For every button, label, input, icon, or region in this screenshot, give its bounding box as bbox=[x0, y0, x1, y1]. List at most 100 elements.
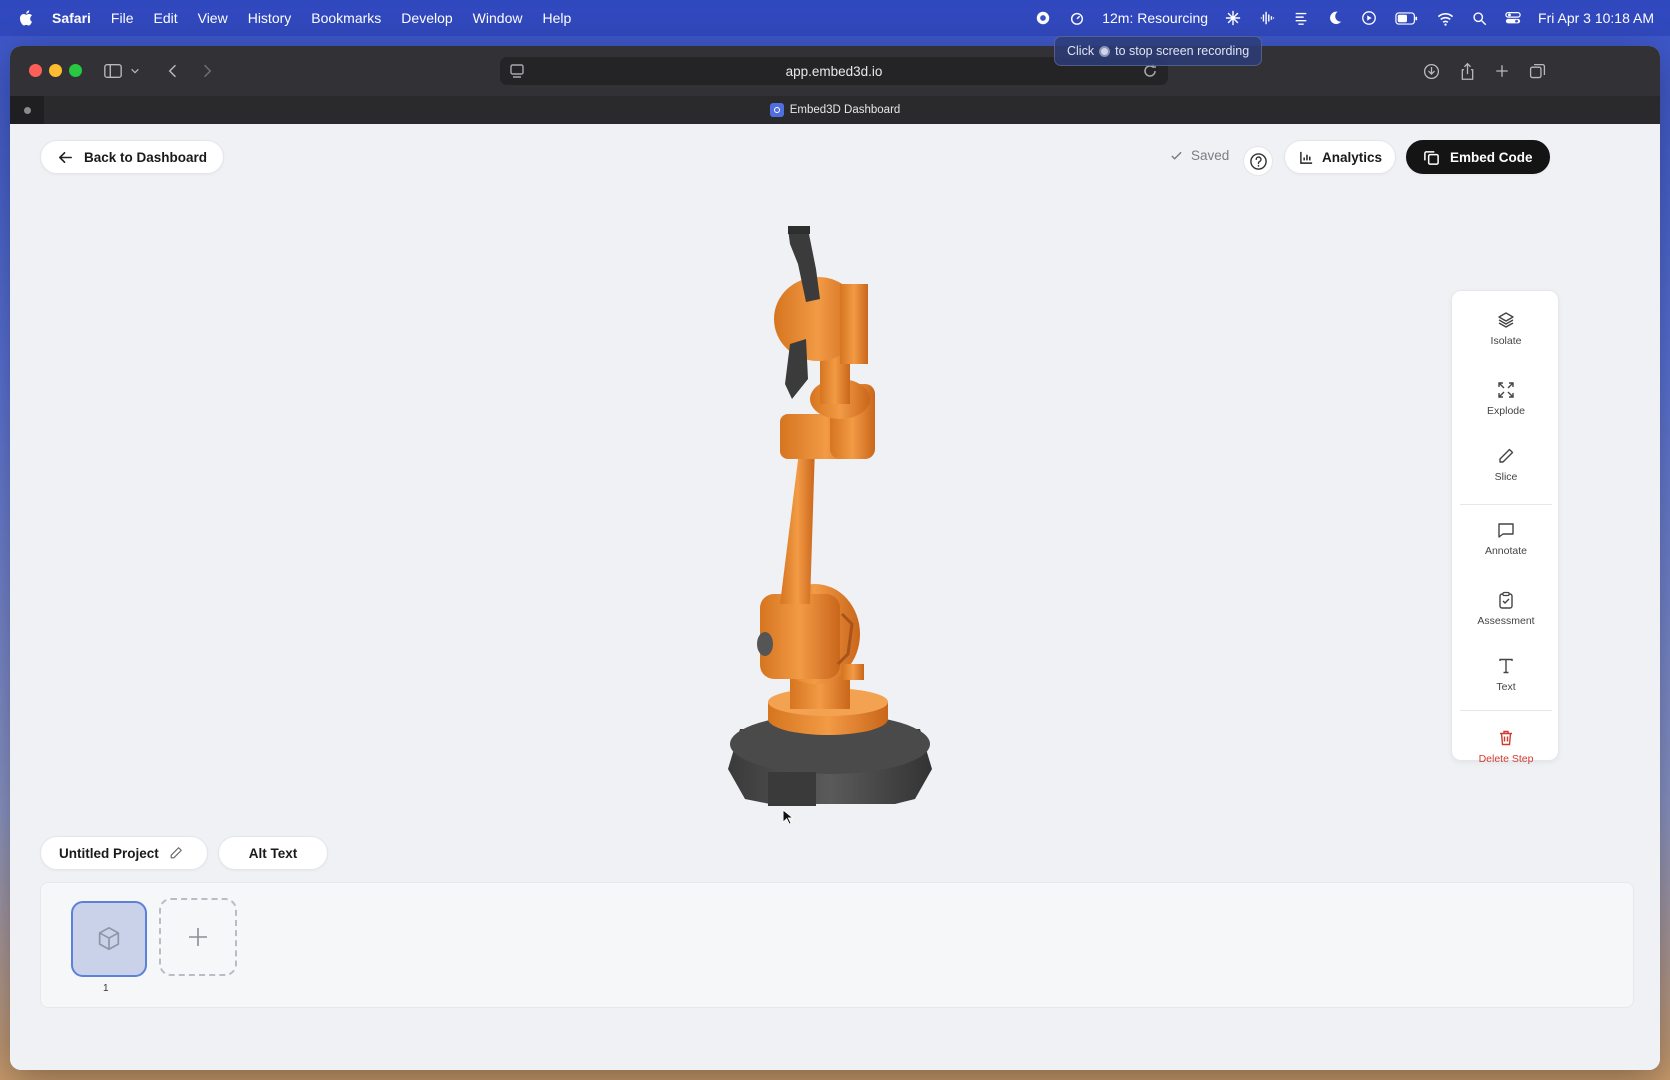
sidebar-toggle-icon[interactable] bbox=[102, 60, 124, 82]
battery-icon[interactable] bbox=[1394, 9, 1420, 27]
arrow-left-icon bbox=[59, 151, 72, 163]
menu-develop[interactable]: Develop bbox=[401, 10, 452, 26]
menu-edit[interactable]: Edit bbox=[153, 10, 177, 26]
chevron-down-icon[interactable] bbox=[128, 60, 142, 82]
audio-waveform-icon[interactable] bbox=[1258, 9, 1276, 27]
menubar-clock[interactable]: Fri Apr 3 10:18 AM bbox=[1538, 10, 1654, 26]
question-circle-icon bbox=[1249, 152, 1267, 170]
copy-icon bbox=[1424, 150, 1439, 165]
stack-icon[interactable] bbox=[1292, 9, 1310, 27]
timer-status-text[interactable]: 12m: Resourcing bbox=[1102, 10, 1208, 26]
pen-icon bbox=[1499, 448, 1514, 463]
expand-icon bbox=[1498, 382, 1514, 398]
macos-menu-bar: Safari File Edit View History Bookmarks … bbox=[0, 0, 1670, 36]
mouse-cursor-icon bbox=[782, 809, 793, 825]
window-close-button[interactable] bbox=[29, 64, 42, 77]
tab-bar: Embed3D Dashboard bbox=[10, 96, 1660, 124]
new-tab-icon[interactable] bbox=[1491, 60, 1513, 82]
status-area: 12m: Resourcing Fri Apr 3 10:18 AM bbox=[1034, 0, 1654, 36]
editor-canvas[interactable]: Back to Dashboard Saved Analytics Embed … bbox=[10, 124, 1660, 1070]
timer-app-icon[interactable] bbox=[1068, 9, 1086, 27]
project-name-button[interactable]: Untitled Project bbox=[40, 836, 208, 870]
isolate-label: Isolate bbox=[1490, 335, 1522, 347]
pinned-tab[interactable] bbox=[10, 96, 44, 124]
robot-arm-model[interactable] bbox=[610, 224, 1010, 844]
text-tool[interactable]: Text bbox=[1452, 647, 1560, 703]
message-square-icon bbox=[1498, 523, 1514, 538]
sparkle-icon[interactable] bbox=[1224, 9, 1242, 27]
menu-view[interactable]: View bbox=[198, 10, 228, 26]
wifi-icon[interactable] bbox=[1436, 9, 1454, 27]
control-center-icon[interactable] bbox=[1504, 9, 1522, 27]
record-stop-icon bbox=[1099, 45, 1111, 57]
project-name-label: Untitled Project bbox=[59, 845, 159, 861]
annotate-label: Annotate bbox=[1484, 545, 1528, 557]
tab-overview-icon[interactable] bbox=[1526, 60, 1548, 82]
tool-panel: Isolate Explode Slice Annotate Assessmen… bbox=[1451, 290, 1560, 765]
page-menu-icon[interactable] bbox=[508, 62, 526, 80]
url-text[interactable]: app.embed3d.io bbox=[786, 64, 883, 79]
menu-history[interactable]: History bbox=[248, 10, 292, 26]
alt-text-label: Alt Text bbox=[248, 845, 298, 861]
play-icon[interactable] bbox=[1360, 9, 1378, 27]
downloads-icon[interactable] bbox=[1420, 60, 1442, 82]
embed-code-button[interactable]: Embed Code bbox=[1406, 140, 1550, 174]
annotate-tool[interactable]: Annotate bbox=[1452, 511, 1560, 567]
saved-label: Saved bbox=[1191, 148, 1230, 163]
assessment-tool[interactable]: Assessment bbox=[1452, 581, 1560, 637]
safari-window: app.embed3d.io Embed3D Dashboard Back to… bbox=[10, 46, 1660, 1070]
menu-file[interactable]: File bbox=[111, 10, 134, 26]
pinned-tab-dot-icon bbox=[23, 106, 31, 114]
check-icon bbox=[1171, 151, 1182, 160]
layers-icon bbox=[1498, 312, 1514, 328]
3d-model-viewport[interactable] bbox=[610, 224, 1010, 844]
assessment-label: Assessment bbox=[1477, 615, 1535, 627]
analytics-label: Analytics bbox=[1322, 149, 1383, 165]
active-tab-title[interactable]: Embed3D Dashboard bbox=[790, 104, 901, 116]
back-button-label: Back to Dashboard bbox=[84, 149, 208, 165]
menu-bookmarks[interactable]: Bookmarks bbox=[311, 10, 381, 26]
clipboard-check-icon bbox=[1499, 591, 1513, 609]
spotlight-search-icon[interactable] bbox=[1470, 9, 1488, 27]
forward-nav-icon[interactable] bbox=[196, 60, 218, 82]
tool-divider bbox=[1460, 710, 1552, 711]
cube-icon bbox=[98, 926, 120, 951]
add-step-button[interactable] bbox=[159, 898, 237, 976]
save-status: Saved bbox=[1170, 148, 1229, 163]
back-to-dashboard-button[interactable]: Back to Dashboard bbox=[40, 140, 224, 174]
type-icon bbox=[1499, 658, 1513, 674]
step-number: 1 bbox=[103, 983, 109, 994]
step-thumbnail[interactable] bbox=[71, 901, 147, 977]
share-icon[interactable] bbox=[1456, 60, 1478, 82]
text-label: Text bbox=[1496, 681, 1516, 693]
explode-tool[interactable]: Explode bbox=[1452, 371, 1560, 427]
slice-label: Slice bbox=[1494, 471, 1518, 483]
steps-timeline: 1 bbox=[40, 882, 1634, 1008]
isolate-tool[interactable]: Isolate bbox=[1452, 301, 1560, 357]
tooltip-text-after: to stop screen recording bbox=[1115, 44, 1250, 58]
delete-step-label: Delete Step bbox=[1478, 753, 1534, 765]
tool-divider bbox=[1460, 504, 1552, 505]
embed3d-favicon-icon bbox=[769, 103, 784, 117]
slice-tool[interactable]: Slice bbox=[1452, 437, 1560, 493]
back-nav-icon[interactable] bbox=[162, 60, 184, 82]
browser-toolbar: app.embed3d.io bbox=[10, 46, 1660, 96]
window-minimize-button[interactable] bbox=[49, 64, 62, 77]
window-zoom-button[interactable] bbox=[69, 64, 82, 77]
plus-icon bbox=[189, 928, 207, 946]
focus-moon-icon[interactable] bbox=[1326, 9, 1344, 27]
pencil-icon bbox=[170, 847, 182, 859]
tooltip-text-before: Click bbox=[1067, 44, 1095, 58]
embed-code-label: Embed Code bbox=[1450, 149, 1533, 165]
alt-text-button[interactable]: Alt Text bbox=[218, 836, 328, 870]
menu-window[interactable]: Window bbox=[473, 10, 523, 26]
screen-record-icon[interactable] bbox=[1034, 9, 1052, 27]
bar-chart-icon bbox=[1300, 151, 1313, 164]
analytics-button[interactable]: Analytics bbox=[1284, 140, 1396, 174]
menu-help[interactable]: Help bbox=[542, 10, 571, 26]
apple-logo-icon[interactable] bbox=[18, 9, 36, 27]
help-button[interactable] bbox=[1243, 146, 1273, 176]
trash-icon bbox=[1500, 730, 1512, 746]
menu-app-name[interactable]: Safari bbox=[52, 10, 91, 26]
delete-step-tool[interactable]: Delete Step bbox=[1452, 719, 1560, 775]
